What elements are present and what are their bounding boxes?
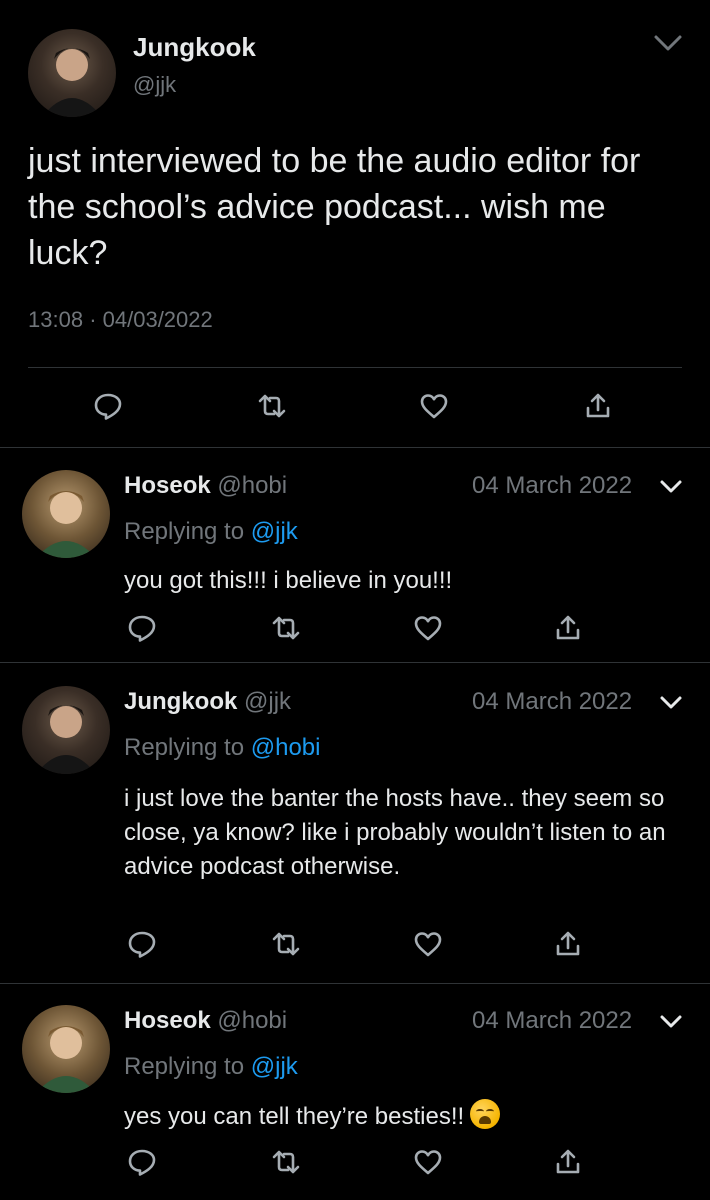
avatar[interactable] [22,1005,110,1093]
tweet-time: 13:08 [28,307,84,332]
reply-icon[interactable] [127,929,157,959]
like-icon[interactable] [413,1147,443,1177]
divider [28,367,682,368]
author-handle[interactable]: @jjk [244,688,291,715]
share-icon[interactable] [583,391,613,421]
chevron-down-icon[interactable] [658,690,684,714]
author-name[interactable]: Jungkook [133,32,256,63]
weary-face-emoji-icon [470,1099,501,1129]
replying-to-handle[interactable]: @jjk [251,1053,298,1080]
share-icon[interactable] [553,613,583,643]
avatar[interactable] [22,470,110,558]
replying-to-line: Replying to @hobi [124,734,321,762]
reply-icon[interactable] [127,1147,157,1177]
author-handle[interactable]: @hobi [217,1007,287,1034]
reply-icon[interactable] [127,613,157,643]
avatar[interactable] [28,29,116,117]
avatar[interactable] [22,686,110,774]
reply-date[interactable]: 04 March 2022 [472,688,632,716]
reply-date[interactable]: 04 March 2022 [472,472,632,500]
reply-icon[interactable] [93,391,123,421]
author-name[interactable]: Hoseok [124,1007,211,1034]
chevron-down-icon[interactable] [658,474,684,498]
retweet-icon[interactable] [271,929,301,959]
reply-date[interactable]: 04 March 2022 [472,1007,632,1035]
retweet-icon[interactable] [271,613,301,643]
author-name[interactable]: Hoseok [124,472,211,499]
replying-to-label: Replying to [124,1053,245,1080]
reply-text: i just love the banter the hosts have.. … [124,785,666,880]
share-icon[interactable] [553,1147,583,1177]
reply-text: yes you can tell they’re besties!! [124,1103,465,1130]
replying-to-label: Replying to [124,518,245,545]
tweet-timestamp: 13:08 · 04/03/2022 [28,307,213,333]
author-name[interactable]: Jungkook [124,688,237,715]
retweet-icon[interactable] [271,1147,301,1177]
reply-text-line: yes you can tell they’re besties!! [124,1099,684,1133]
like-icon[interactable] [419,391,449,421]
reply-header: Hoseok @hobi [124,1007,287,1035]
timestamp-separator: · [89,307,97,332]
divider [0,447,710,448]
replying-to-label: Replying to [124,734,245,761]
tweet-text: just interviewed to be the audio editor … [28,142,641,272]
chevron-down-icon[interactable] [658,1009,684,1033]
reply-header: Jungkook @jjk [124,688,291,716]
author-handle[interactable]: @hobi [217,472,287,499]
replying-to-handle[interactable]: @hobi [251,734,321,761]
replying-to-line: Replying to @jjk [124,518,298,546]
chevron-down-icon[interactable] [652,28,684,58]
replying-to-handle[interactable]: @jjk [251,518,298,545]
divider [0,662,710,663]
tweet-date: 04/03/2022 [102,307,213,332]
divider [0,983,710,984]
reply-text: you got this!!! i believe in you!!! [124,567,453,594]
share-icon[interactable] [553,929,583,959]
like-icon[interactable] [413,929,443,959]
reply-header: Hoseok @hobi [124,472,287,500]
retweet-icon[interactable] [257,391,287,421]
replying-to-line: Replying to @jjk [124,1053,298,1081]
like-icon[interactable] [413,613,443,643]
author-handle[interactable]: @jjk [133,72,176,98]
